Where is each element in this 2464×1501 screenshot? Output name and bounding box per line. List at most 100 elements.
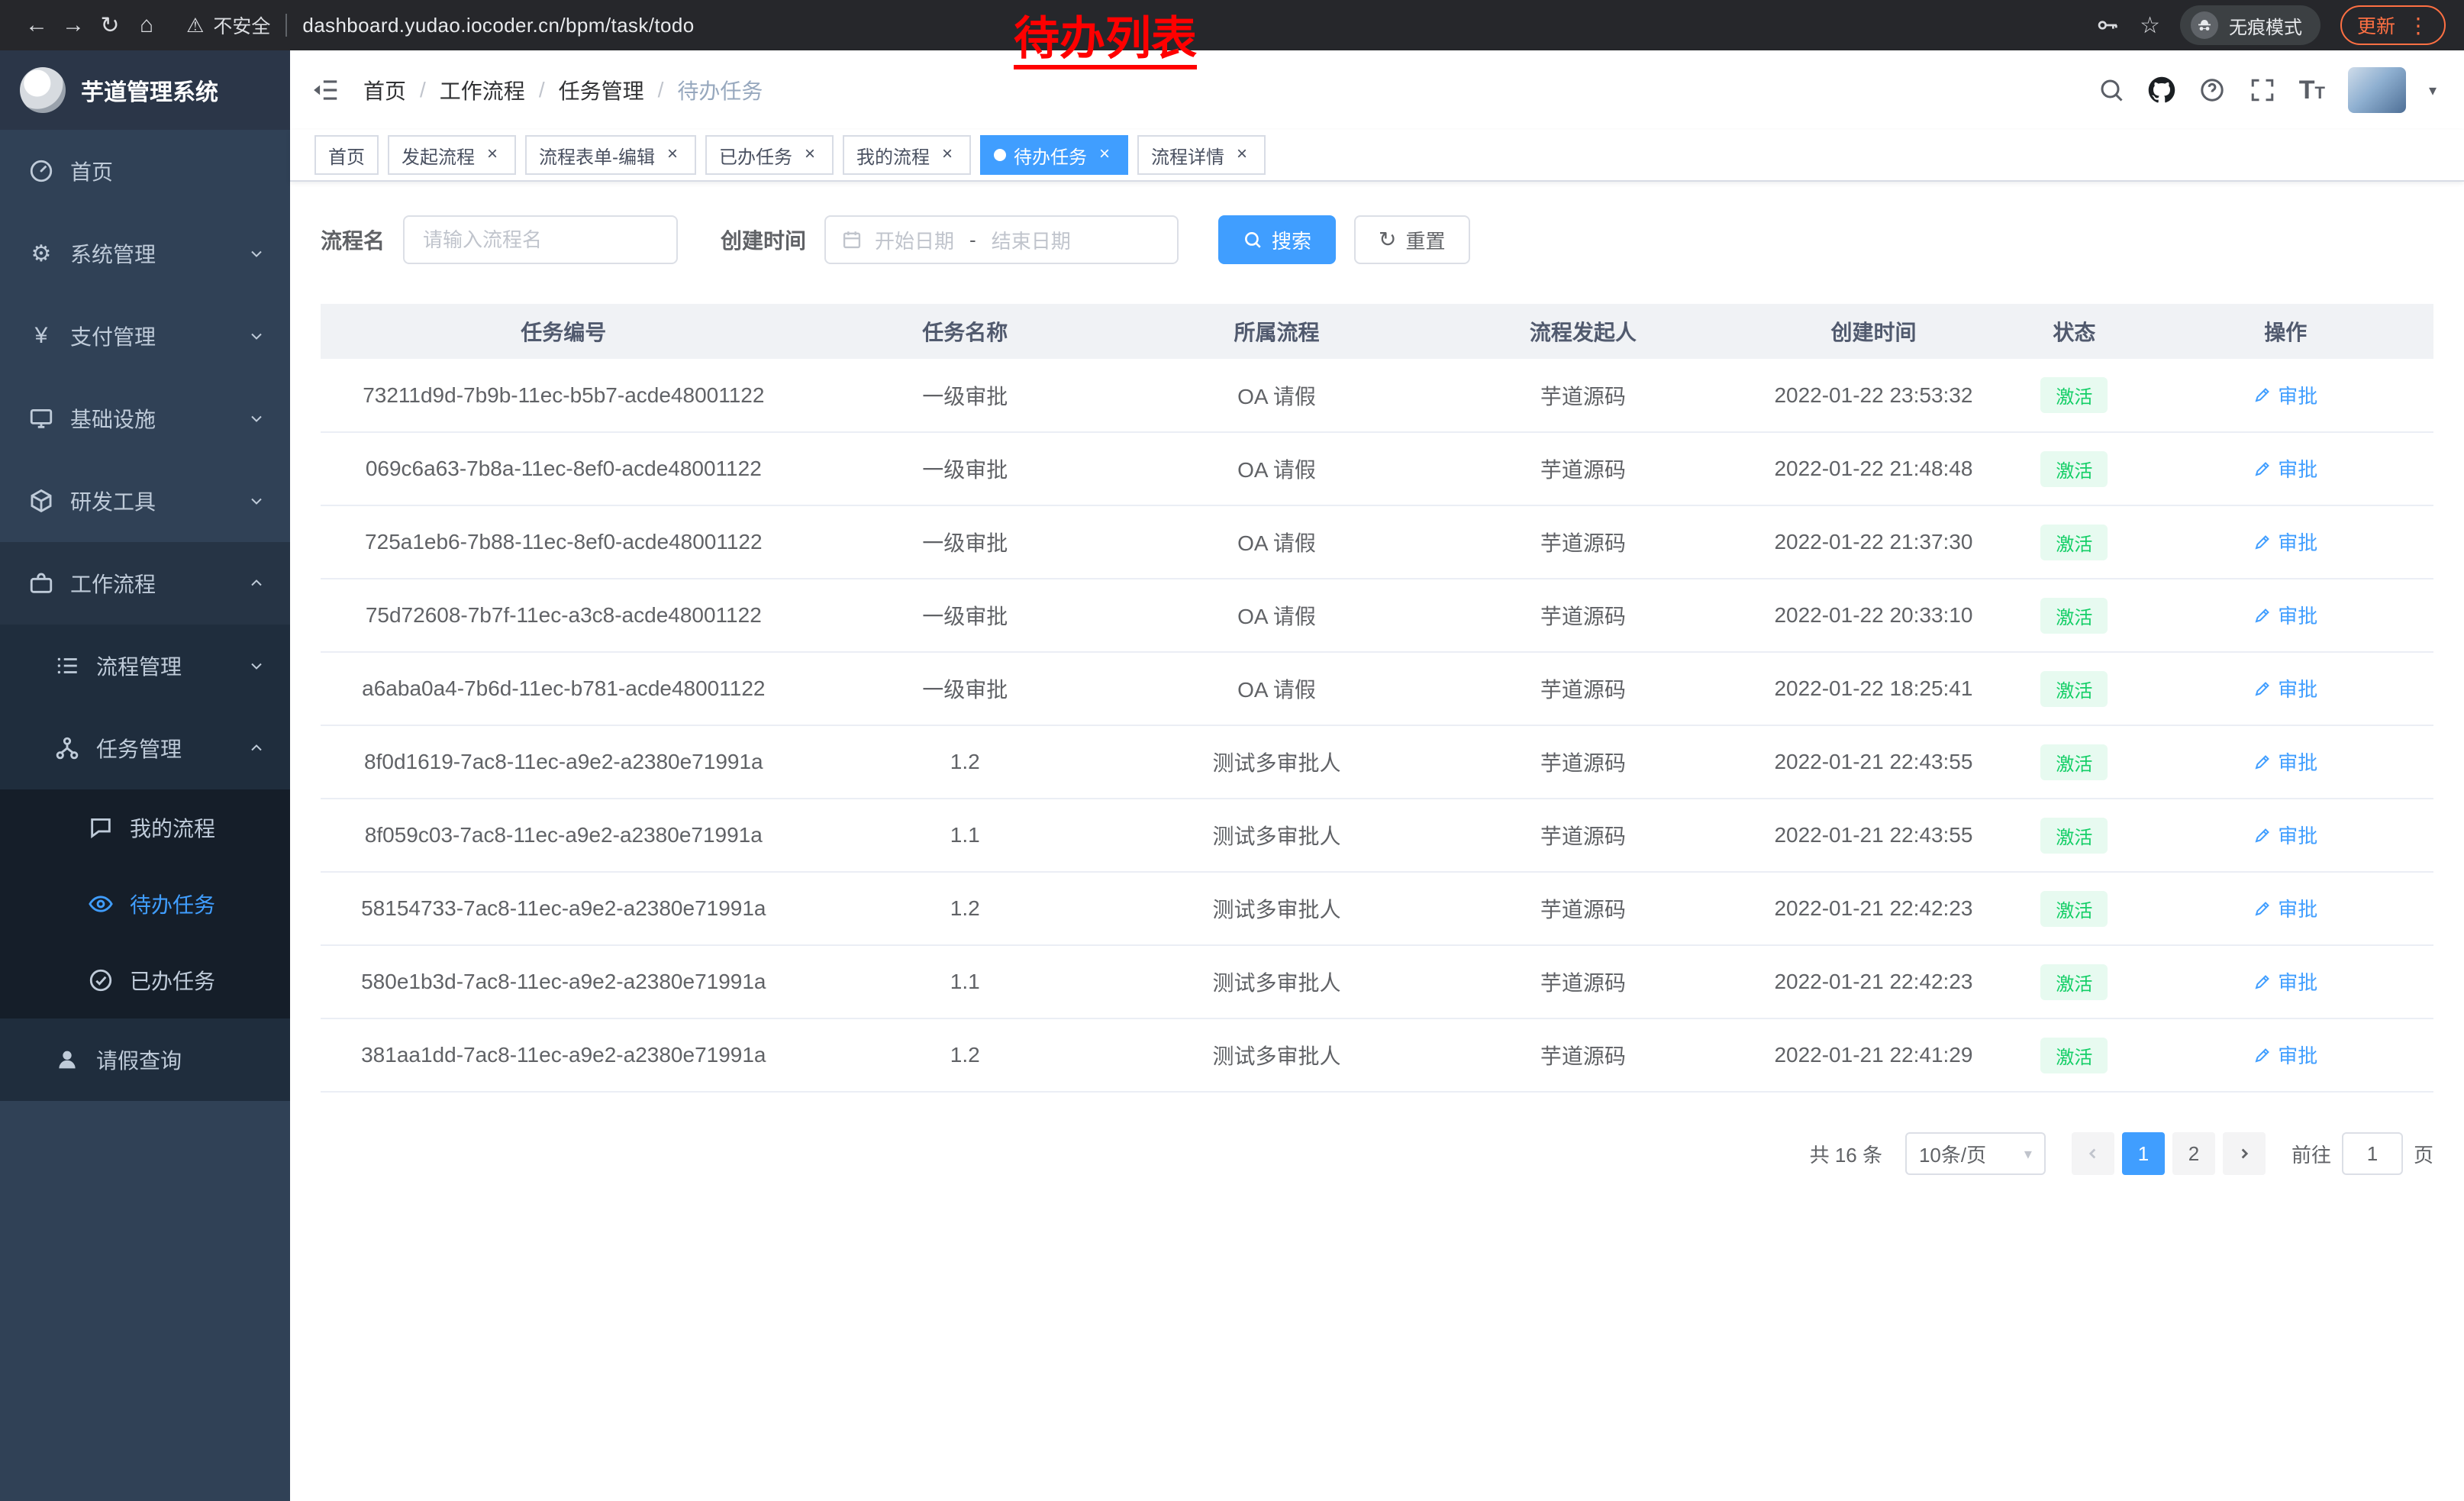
task-id-cell: 8f0d1619-7ac8-11ec-a9e2-a2380e71991a <box>321 725 807 799</box>
breadcrumb-home[interactable]: 首页 <box>363 75 406 105</box>
approve-link[interactable]: 审批 <box>2253 894 2317 922</box>
status-badge: 激活 <box>2040 525 2108 560</box>
approve-link[interactable]: 审批 <box>2253 747 2317 776</box>
create-time-label: 创建时间 <box>721 224 806 255</box>
table-header-row: 任务编号 任务名称 所属流程 流程发起人 创建时间 状态 操作 <box>321 304 2433 359</box>
sidebar-item-task-management[interactable]: 任务管理 <box>0 707 290 789</box>
approve-link[interactable]: 审批 <box>2253 1041 2317 1069</box>
font-size-icon[interactable]: TT <box>2299 76 2325 105</box>
goto-page-input[interactable] <box>2342 1132 2403 1175</box>
initiator-cell: 芋道源码 <box>1430 872 1736 945</box>
reload-icon[interactable]: ↻ <box>92 12 128 39</box>
dashboard-icon <box>26 158 56 184</box>
date-range-picker[interactable]: 开始日期 - 结束日期 <box>824 215 1179 264</box>
bookmark-star-icon[interactable]: ☆ <box>2140 12 2160 39</box>
process-cell: 测试多审批人 <box>1124 872 1430 945</box>
sidebar-item-my-process[interactable]: 我的流程 <box>0 789 290 866</box>
key-icon[interactable] <box>2095 13 2120 37</box>
tab-my-process[interactable]: 我的流程 × <box>843 135 971 175</box>
security-chip[interactable]: ⚠ 不安全 <box>186 11 270 39</box>
status-badge: 激活 <box>2040 964 2108 1000</box>
sidebar-item-devtools[interactable]: 研发工具 <box>0 460 290 542</box>
task-id-cell: 069c6a63-7b8a-11ec-8ef0-acde48001122 <box>321 432 807 505</box>
approve-link[interactable]: 审批 <box>2253 454 2317 483</box>
table-row: 069c6a63-7b8a-11ec-8ef0-acde48001122 一级审… <box>321 432 2433 505</box>
prev-page-button[interactable] <box>2072 1132 2114 1175</box>
approve-link[interactable]: 审批 <box>2253 381 2317 409</box>
close-icon[interactable]: × <box>663 145 682 165</box>
create-time-cell: 2022-01-21 22:41:29 <box>1737 1018 2011 1092</box>
approve-link[interactable]: 审批 <box>2253 674 2317 702</box>
search-button[interactable]: 搜索 <box>1218 215 1336 264</box>
sidebar-item-infra[interactable]: 基础设施 <box>0 377 290 460</box>
divider <box>285 14 287 37</box>
tab-start-process[interactable]: 发起流程 × <box>388 135 516 175</box>
sidebar-item-system[interactable]: ⚙ 系统管理 <box>0 212 290 295</box>
page-size-select[interactable]: 10条/页 ▾ <box>1905 1132 2046 1175</box>
sidebar-item-payment[interactable]: ¥ 支付管理 <box>0 295 290 377</box>
total-count: 共 16 条 <box>1810 1140 1882 1168</box>
close-icon[interactable]: × <box>1232 145 1252 165</box>
fullscreen-icon[interactable] <box>2249 76 2276 104</box>
browser-menu-icon[interactable]: ⋮ <box>2408 13 2429 38</box>
forward-icon[interactable]: → <box>55 12 92 38</box>
avatar-caret-icon[interactable]: ▾ <box>2429 81 2437 100</box>
initiator-cell: 芋道源码 <box>1430 432 1736 505</box>
approve-link[interactable]: 审批 <box>2253 601 2317 629</box>
close-icon[interactable]: × <box>1095 145 1114 165</box>
task-name-cell: 1.1 <box>807 945 1124 1018</box>
approve-link[interactable]: 审批 <box>2253 967 2317 996</box>
create-time-cell: 2022-01-22 21:37:30 <box>1737 505 2011 579</box>
user-avatar[interactable] <box>2348 67 2406 113</box>
breadcrumb-workflow[interactable]: 工作流程 <box>440 75 525 105</box>
process-name-input[interactable] <box>403 215 678 264</box>
tab-home[interactable]: 首页 <box>314 135 379 175</box>
close-icon[interactable]: × <box>482 145 502 165</box>
create-time-cell: 2022-01-22 23:53:32 <box>1737 359 2011 432</box>
list-icon <box>52 653 82 679</box>
process-cell: 测试多审批人 <box>1124 1018 1430 1092</box>
tab-todo-task[interactable]: 待办任务 × <box>980 135 1128 175</box>
table-row: 580e1b3d-7ac8-11ec-a9e2-a2380e71991a 1.1… <box>321 945 2433 1018</box>
tags-bar: 首页 发起流程 × 流程表单-编辑 × 已办任务 × 我的流程 × 待办任务 × <box>290 130 2464 182</box>
sidebar-fold-icon[interactable] <box>311 76 340 105</box>
col-create-time: 创建时间 <box>1737 304 2011 359</box>
update-button[interactable]: 更新 ⋮ <box>2340 5 2446 45</box>
create-time-cell: 2022-01-21 22:43:55 <box>1737 725 2011 799</box>
close-icon[interactable]: × <box>800 145 820 165</box>
status-badge: 激活 <box>2040 671 2108 707</box>
tab-process-form-edit[interactable]: 流程表单-编辑 × <box>525 135 696 175</box>
search-icon[interactable] <box>2098 76 2125 104</box>
breadcrumb-current: 待办任务 <box>677 75 763 105</box>
sidebar-item-done-task[interactable]: 已办任务 <box>0 942 290 1018</box>
initiator-cell: 芋道源码 <box>1430 725 1736 799</box>
tab-process-detail[interactable]: 流程详情 × <box>1137 135 1266 175</box>
sidebar-item-todo-task[interactable]: 待办任务 <box>0 866 290 942</box>
address-bar[interactable]: dashboard.yudao.iocoder.cn/bpm/task/todo <box>302 14 694 37</box>
app-logo <box>20 67 66 113</box>
close-icon[interactable]: × <box>937 145 957 165</box>
process-cell: 测试多审批人 <box>1124 725 1430 799</box>
sidebar-item-workflow[interactable]: 工作流程 <box>0 542 290 625</box>
tab-done-task[interactable]: 已办任务 × <box>705 135 834 175</box>
reset-button[interactable]: ↻ 重置 <box>1354 215 1469 264</box>
col-task-name: 任务名称 <box>807 304 1124 359</box>
back-icon[interactable]: ← <box>18 12 55 38</box>
home-icon[interactable]: ⌂ <box>128 12 165 38</box>
github-icon[interactable] <box>2148 76 2175 104</box>
sidebar-item-process-management[interactable]: 流程管理 <box>0 625 290 707</box>
help-icon[interactable] <box>2198 76 2226 104</box>
approve-link[interactable]: 审批 <box>2253 821 2317 849</box>
approve-link[interactable]: 审批 <box>2253 528 2317 556</box>
breadcrumb-task-management[interactable]: 任务管理 <box>559 75 644 105</box>
app-logo-row: 芋道管理系统 <box>0 50 290 130</box>
initiator-cell: 芋道源码 <box>1430 945 1736 1018</box>
next-page-button[interactable] <box>2223 1132 2266 1175</box>
sidebar-item-home[interactable]: 首页 <box>0 130 290 212</box>
person-icon <box>52 1047 82 1073</box>
initiator-cell: 芋道源码 <box>1430 799 1736 872</box>
col-initiator: 流程发起人 <box>1430 304 1736 359</box>
page-button-1[interactable]: 1 <box>2122 1132 2165 1175</box>
sidebar-item-leave-query[interactable]: 请假查询 <box>0 1018 290 1101</box>
page-button-2[interactable]: 2 <box>2172 1132 2215 1175</box>
